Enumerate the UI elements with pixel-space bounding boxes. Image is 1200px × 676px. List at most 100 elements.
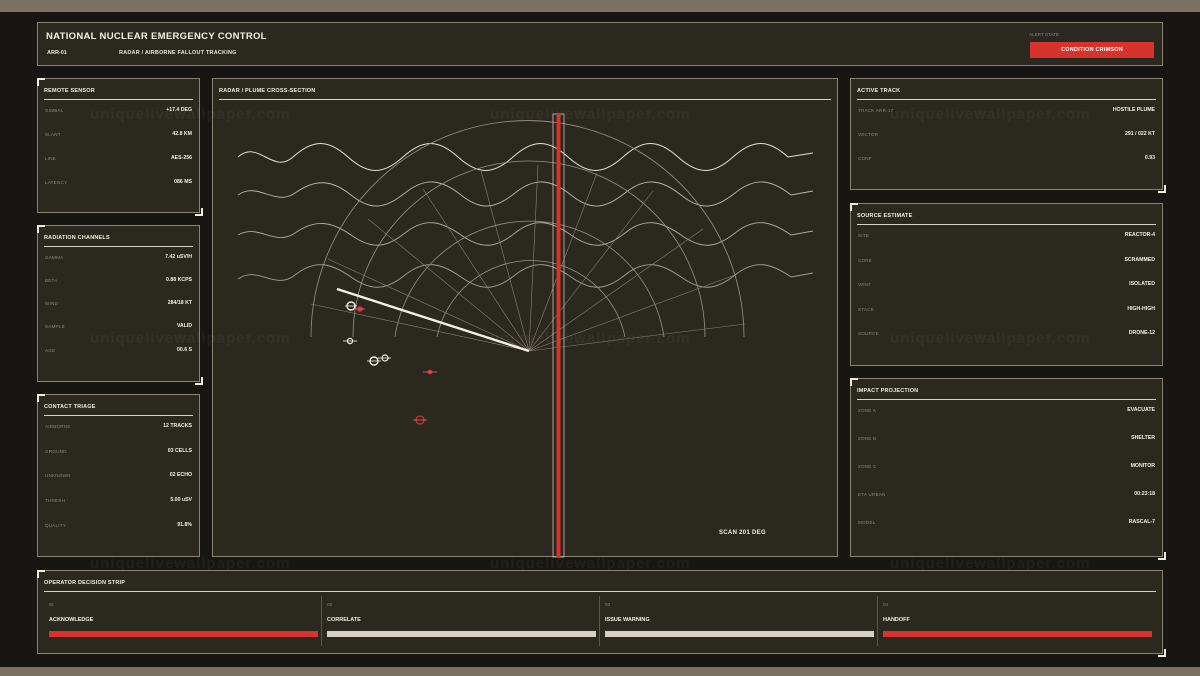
row-value: 03 CELLS bbox=[167, 448, 192, 454]
data-row: SAMPLE VALID bbox=[45, 321, 192, 331]
decision-step-issue-warning[interactable]: 03 ISSUE WARNING bbox=[599, 596, 877, 648]
row-key: WIND bbox=[45, 300, 59, 306]
app-title: NATIONAL NUCLEAR EMERGENCY CONTROL bbox=[46, 31, 267, 42]
active-track-panel: ACTIVE TRACK TRACK ARR-17 HOSTILE PLUME V… bbox=[850, 78, 1166, 193]
row-key: THRESH bbox=[45, 497, 66, 503]
row-value: 086 MS bbox=[174, 179, 192, 185]
row-key: ZONE C bbox=[858, 463, 877, 469]
page-subtitle: RADAR / AIRBORNE FALLOUT TRACKING bbox=[119, 50, 237, 56]
data-row: ZONE A EVACUATE bbox=[858, 405, 1155, 415]
contact-triage-panel: CONTACT TRIAGE AIRBORNE 12 TRACKS GROUND 0… bbox=[37, 394, 200, 557]
decision-step-handoff[interactable]: 04 HANDOFF bbox=[877, 596, 1155, 648]
row-value: RASCAL-7 bbox=[1128, 519, 1155, 525]
step-number: 03 bbox=[605, 602, 611, 607]
operator-decision-strip: OPERATOR DECISION STRIP 01 ACKNOWLEDGE 0… bbox=[37, 570, 1166, 657]
row-key: ZONE B bbox=[858, 435, 877, 441]
row-value: 291 / 022 KT bbox=[1125, 131, 1155, 137]
step-label: ISSUE WARNING bbox=[605, 617, 650, 623]
step-number: 02 bbox=[327, 602, 333, 607]
panel-corner-mark bbox=[195, 377, 203, 385]
panel-corner-mark bbox=[195, 208, 203, 216]
row-value: 00:23:18 bbox=[1134, 491, 1155, 497]
row-value: DRONE-12 bbox=[1128, 330, 1155, 336]
step-label: CORRELATE bbox=[327, 617, 361, 623]
radar-panel: RADAR / PLUME CROSS-SECTION SCAN 201 DEG bbox=[212, 78, 839, 558]
data-row: VENT ISOLATED bbox=[858, 279, 1155, 289]
alert-state-label: ALERT STATE bbox=[1029, 32, 1060, 37]
row-key: AIRBORNE bbox=[45, 423, 71, 429]
row-value: 0.88 KCPS bbox=[166, 277, 192, 283]
data-row: SLANT 42.8 KM bbox=[45, 129, 192, 139]
row-value: HIGH-HIGH bbox=[1127, 306, 1155, 312]
data-row: AGE 00.6 S bbox=[45, 345, 192, 355]
data-row: AIRBORNE 12 TRACKS bbox=[45, 421, 192, 431]
row-value: AES-256 bbox=[170, 155, 192, 161]
row-value: 7.42 uSV/H bbox=[165, 254, 192, 260]
row-value: +17.4 DEG bbox=[166, 107, 192, 113]
decision-step-correlate[interactable]: 02 CORRELATE bbox=[321, 596, 599, 648]
row-value: SCRAMMED bbox=[1124, 257, 1155, 263]
step-number: 01 bbox=[49, 602, 55, 607]
step-label: HANDOFF bbox=[883, 617, 910, 623]
row-key: GIMBAL bbox=[45, 107, 64, 113]
row-value: 12 TRACKS bbox=[163, 423, 192, 429]
step-progress-bar bbox=[883, 631, 1152, 637]
row-key: SOURCE bbox=[858, 330, 879, 336]
data-row: VECTOR 291 / 022 KT bbox=[858, 129, 1155, 139]
step-divider bbox=[877, 596, 878, 646]
impact-projection-panel: IMPACT PROJECTION ZONE A EVACUATE ZONE B S… bbox=[850, 378, 1166, 560]
row-key: GAMMA bbox=[45, 254, 64, 260]
radar-plume-display[interactable] bbox=[213, 79, 839, 558]
data-row: STACK HIGH-HIGH bbox=[858, 304, 1155, 314]
panel-title: OPERATOR DECISION STRIP bbox=[44, 580, 1156, 592]
row-key: BETA bbox=[45, 277, 58, 283]
row-key: CONF bbox=[858, 155, 872, 161]
row-value: 5.00 uSV bbox=[170, 497, 192, 503]
row-key: MODEL bbox=[858, 519, 876, 525]
decision-step-acknowledge[interactable]: 01 ACKNOWLEDGE bbox=[43, 596, 321, 648]
row-value: MONITOR bbox=[1130, 463, 1155, 469]
data-row: THRESH 5.00 uSV bbox=[45, 495, 192, 505]
radar-range-rings bbox=[310, 120, 745, 338]
step-number: 04 bbox=[883, 602, 889, 607]
source-estimate-panel: SOURCE ESTIMATE SITE REACTOR-4 CORE SCRAMM… bbox=[850, 203, 1163, 366]
contact-marker[interactable] bbox=[413, 415, 427, 425]
row-value: SHELTER bbox=[1131, 435, 1155, 441]
contact-marker[interactable] bbox=[343, 337, 357, 345]
step-divider bbox=[321, 596, 322, 646]
scan-angle-readout: SCAN 201 DEG bbox=[719, 530, 766, 536]
row-value: 42.8 KM bbox=[172, 131, 192, 137]
row-value: EVACUATE bbox=[1127, 407, 1155, 413]
contact-marker[interactable] bbox=[378, 354, 391, 362]
row-key: ETA URBAN bbox=[858, 491, 886, 497]
row-key: LINK bbox=[45, 155, 57, 161]
panel-corner-mark bbox=[850, 203, 858, 211]
data-row: WIND 284/18 KT bbox=[45, 298, 192, 308]
row-value: 284/18 KT bbox=[167, 300, 192, 306]
row-key: CORE bbox=[858, 257, 873, 263]
data-row: ETA URBAN 00:23:18 bbox=[858, 489, 1155, 499]
header-bar: NATIONAL NUCLEAR EMERGENCY CONTROL ARR-0… bbox=[37, 22, 1163, 66]
data-row: CONF 0.93 bbox=[858, 153, 1155, 163]
radiation-channels-panel: RADIATION CHANNELS GAMMA 7.42 uSV/H BETA 0… bbox=[37, 225, 203, 385]
contact-marker[interactable] bbox=[423, 369, 437, 375]
step-label: ACKNOWLEDGE bbox=[49, 617, 94, 623]
radar-spokes bbox=[310, 164, 746, 352]
data-row: UNKNOWN 02 ECHO bbox=[45, 470, 192, 480]
panel-corner-mark bbox=[37, 394, 45, 402]
step-progress-bar bbox=[327, 631, 596, 637]
row-key: SLANT bbox=[45, 131, 61, 137]
row-value: 00.6 S bbox=[177, 347, 192, 353]
step-progress-bar bbox=[49, 631, 318, 637]
row-key: SITE bbox=[858, 232, 870, 238]
panel-title: ACTIVE TRACK bbox=[857, 88, 1156, 100]
panel-corner-mark bbox=[37, 225, 45, 233]
alert-state-badge[interactable]: CONDITION CRIMSON bbox=[1030, 42, 1154, 58]
panel-title: SOURCE ESTIMATE bbox=[857, 213, 1156, 225]
data-row: GAMMA 7.42 uSV/H bbox=[45, 252, 192, 262]
data-row: GIMBAL +17.4 DEG bbox=[45, 105, 192, 115]
row-key: GROUND bbox=[45, 448, 67, 454]
row-value: HOSTILE PLUME bbox=[1112, 107, 1155, 113]
data-row: CORE SCRAMMED bbox=[858, 255, 1155, 265]
data-row: LINK AES-256 bbox=[45, 153, 192, 163]
